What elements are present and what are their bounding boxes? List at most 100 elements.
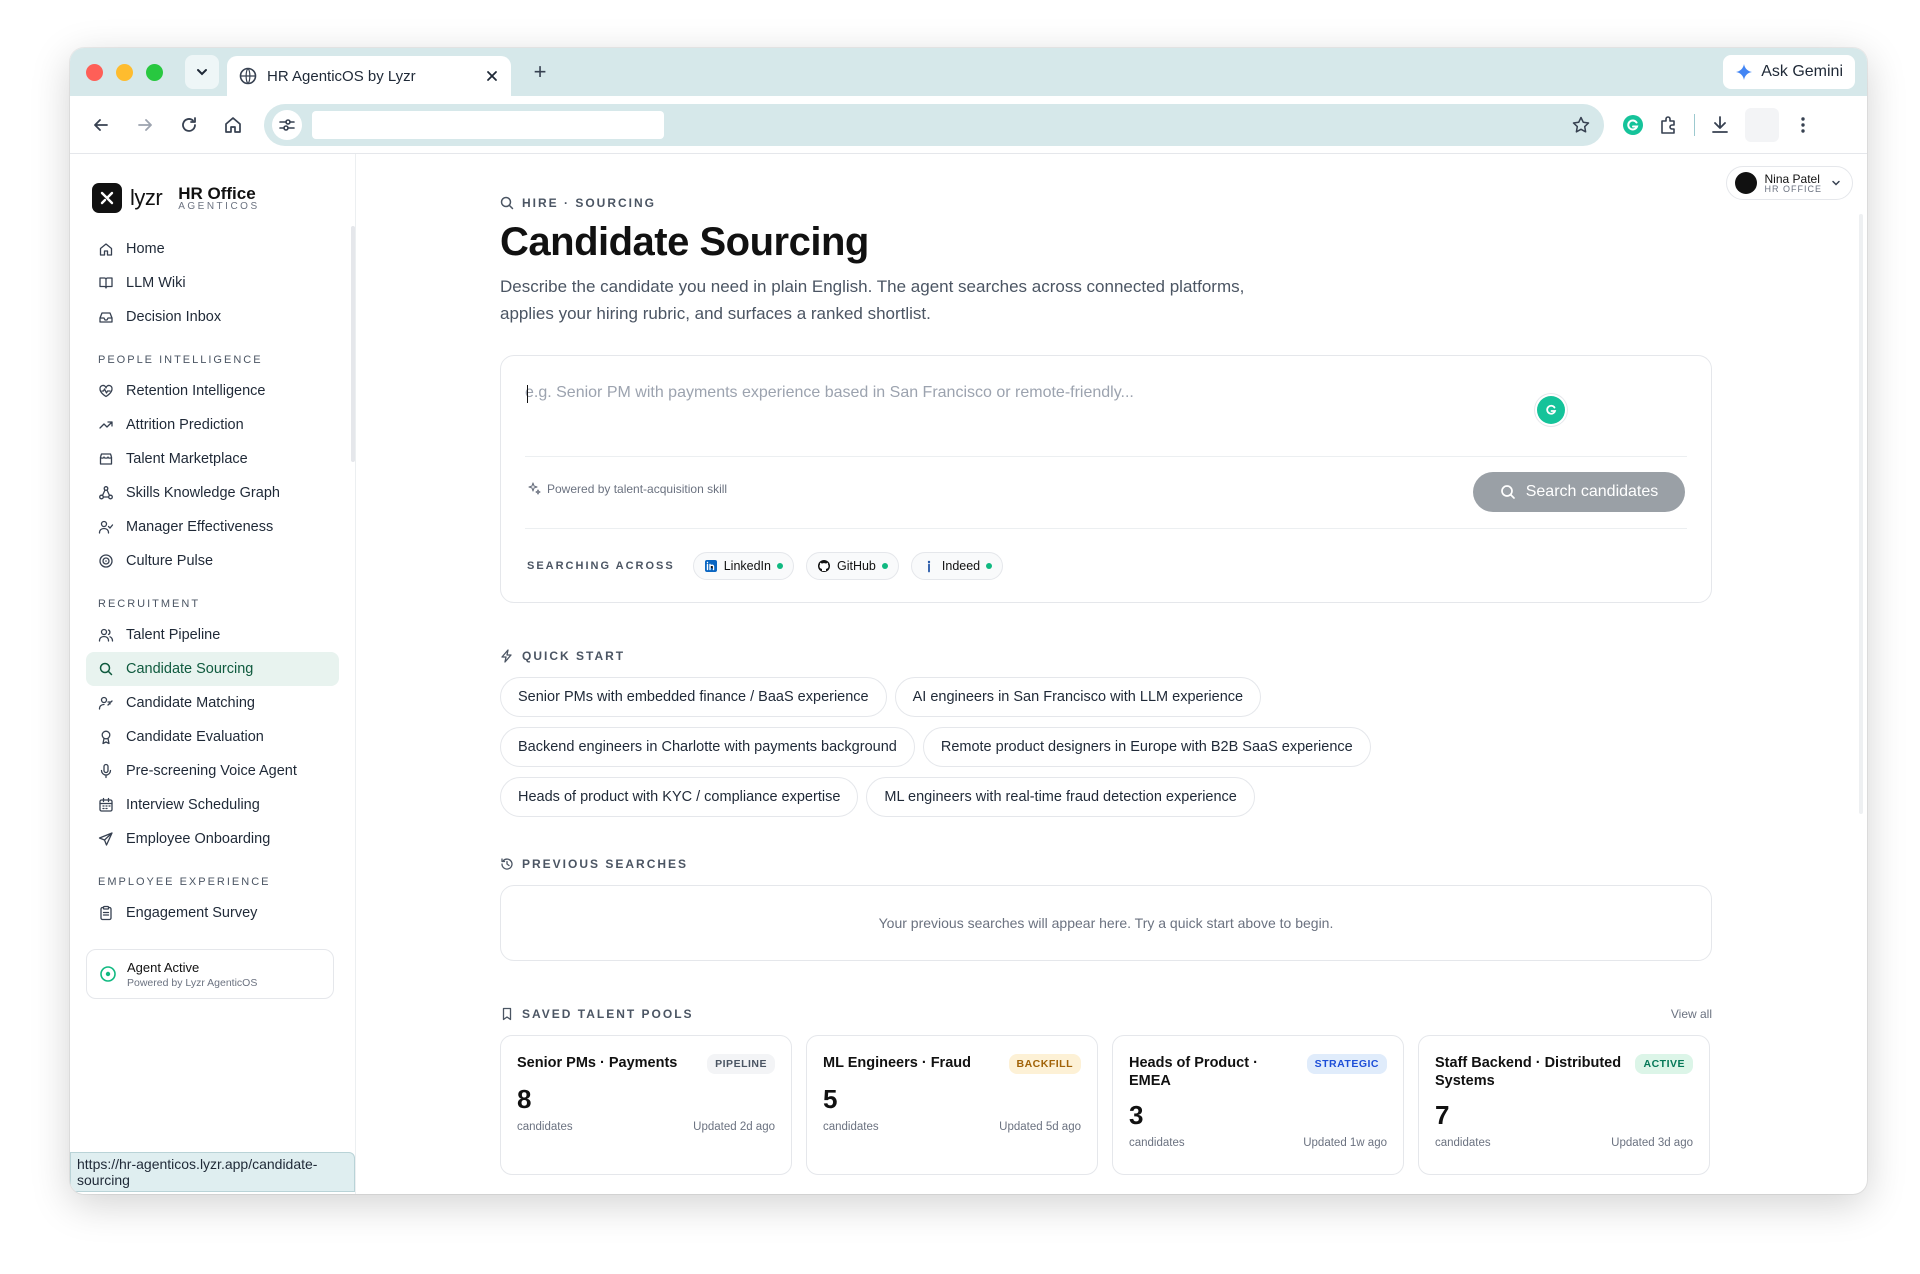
profile-button[interactable] (1745, 107, 1779, 142)
pool-unit: candidates (1435, 1137, 1491, 1149)
back-button[interactable] (82, 106, 120, 144)
globe-icon (239, 67, 257, 85)
chevron-down-icon (197, 69, 207, 76)
pool-footer: candidates Updated 3d ago (1435, 1137, 1693, 1149)
sidebar-item-label: LLM Wiki (126, 275, 186, 291)
pool-badge: BACKFILL (1008, 1054, 1081, 1074)
download-icon[interactable] (1709, 114, 1731, 136)
gemini-sparkle-icon (1736, 64, 1753, 80)
home-icon (225, 116, 241, 133)
sidebar-item-retention-intelligence[interactable]: Retention Intelligence (86, 374, 339, 408)
talent-pool-card[interactable]: Senior PMs · Payments PIPELINE 8 candidates… (500, 1035, 792, 1175)
breadcrumb-text: HIRE · SOURCING (522, 196, 657, 210)
graph-icon (99, 486, 113, 500)
link-status-url: https://hr-agenticos.lyzr.app/candidate-… (70, 1152, 355, 1192)
forward-button[interactable] (126, 106, 164, 144)
lyzr-logo-icon (92, 183, 122, 213)
quick-start-chip[interactable]: AI engineers in San Francisco with LLM e… (894, 677, 1262, 717)
quick-start-chip[interactable]: Heads of product with KYC / compliance e… (500, 777, 859, 817)
toolbar-actions (1622, 107, 1813, 142)
brand[interactable]: lyzr HR Office AGENTICOS (70, 154, 355, 224)
sidebar-item-engagement-survey[interactable]: Engagement Survey (86, 896, 339, 930)
maximize-window-button[interactable] (146, 63, 163, 81)
pool-badge: ACTIVE (1635, 1054, 1693, 1074)
pool-unit: candidates (1129, 1137, 1185, 1149)
quick-start-chip[interactable]: Backend engineers in Charlotte with paym… (500, 727, 915, 767)
sidebar-item-culture-pulse[interactable]: Culture Pulse (86, 544, 339, 578)
sidebar-item-talent-pipeline[interactable]: Talent Pipeline (86, 618, 339, 652)
heart-pulse-icon (99, 384, 113, 398)
sidebar-item-label: Employee Onboarding (126, 831, 271, 847)
sidebar-item-label: Pre-screening Voice Agent (126, 763, 297, 779)
talent-pool-card[interactable]: ML Engineers · Fraud BACKFILL 5 candidates U… (806, 1035, 1098, 1175)
browser-tab-active[interactable]: HR AgenticOS by Lyzr (227, 56, 511, 96)
sidebar-item-candidate-matching[interactable]: Candidate Matching (86, 686, 339, 720)
url-field[interactable] (312, 110, 664, 139)
bookmark-icon (502, 1007, 512, 1021)
platform-chip-indeed[interactable]: Indeed (910, 552, 1004, 580)
new-tab-button[interactable]: + (525, 59, 555, 85)
sidebar-item-manager-effectiveness[interactable]: Manager Effectiveness (86, 510, 339, 544)
pool-header: Staff Backend · Distributed Systems ACTIV… (1435, 1054, 1693, 1090)
sidebar-item-home[interactable]: Home (86, 232, 339, 266)
search-divider (525, 456, 1687, 457)
main-scrollbar[interactable] (1859, 214, 1863, 814)
page-description: Describe the candidate you need in plain… (500, 277, 1245, 323)
sidebar-item-label: Decision Inbox (126, 309, 222, 325)
quick-start-chip[interactable]: Remote product designers in Europe with … (922, 727, 1371, 767)
site-info-button[interactable] (272, 109, 302, 140)
search-icon (1500, 485, 1515, 499)
talent-pool-card[interactable]: Heads of Product · EMEA STRATEGIC 3 candida… (1112, 1035, 1404, 1175)
sidebar-item-talent-marketplace[interactable]: Talent Marketplace (86, 442, 339, 476)
search-candidates-button[interactable]: Search candidates (1473, 472, 1685, 512)
award-icon (101, 730, 111, 745)
minimize-window-button[interactable] (116, 63, 133, 81)
sidebar-item-candidate-sourcing[interactable]: Candidate Sourcing (86, 652, 339, 686)
pool-count: 8 (517, 1084, 532, 1114)
close-window-button[interactable] (86, 63, 103, 81)
sidebar-item-pre-screening-voice-agent[interactable]: Pre-screening Voice Agent (86, 754, 339, 788)
extensions-puzzle-icon[interactable] (1658, 114, 1680, 136)
pool-unit: candidates (823, 1121, 879, 1133)
lightning-icon (501, 649, 512, 663)
platform-name: LinkedIn (723, 559, 771, 573)
store-icon (99, 453, 113, 465)
sidebar-scrollbar[interactable] (351, 226, 355, 462)
sidebar-item-employee-onboarding[interactable]: Employee Onboarding (86, 822, 339, 856)
user-menu-button[interactable]: Nina Patel HR OFFICE (1725, 166, 1853, 200)
sidebar-item-llm-wiki[interactable]: LLM Wiki (86, 266, 339, 300)
sidebar-item-decision-inbox[interactable]: Decision Inbox (86, 300, 339, 334)
sidebar-item-candidate-evaluation[interactable]: Candidate Evaluation (86, 720, 339, 754)
sidebar-item-interview-scheduling[interactable]: Interview Scheduling (86, 788, 339, 822)
tab-bar: HR AgenticOS by Lyzr + Ask Gemini (70, 48, 1867, 96)
agent-status-subtitle: Powered by Lyzr AgenticOS (127, 976, 258, 989)
platform-chip-github[interactable]: GitHub (805, 552, 899, 580)
bookmark-button[interactable] (1566, 110, 1596, 140)
pool-name: Heads of Product · EMEA (1129, 1055, 1258, 1089)
grammarly-icon[interactable] (1537, 396, 1565, 424)
platform-chip-linkedin[interactable]: LinkedIn (692, 552, 794, 580)
quick-start-chip[interactable]: ML engineers with real-time fraud detect… (866, 777, 1255, 817)
close-icon[interactable] (485, 69, 499, 83)
home-button[interactable] (214, 106, 252, 144)
view-all-link[interactable]: View all (1671, 1007, 1712, 1021)
previous-searches-title: PREVIOUS SEARCHES (522, 857, 689, 871)
sidebar-item-attrition-prediction[interactable]: Attrition Prediction (86, 408, 339, 442)
grammarly-extension-icon[interactable] (1622, 114, 1644, 136)
reload-button[interactable] (170, 106, 208, 144)
agent-status-card[interactable]: Agent Active Powered by Lyzr AgenticOS (86, 949, 334, 999)
sidebar-item-label: Home (126, 241, 165, 257)
candidate-search-input[interactable] (525, 384, 1505, 402)
ask-gemini-button[interactable]: Ask Gemini (1723, 55, 1855, 89)
sidebar-item-skills-knowledge-graph[interactable]: Skills Knowledge Graph (86, 476, 339, 510)
home-icon (99, 243, 113, 256)
tab-search-button[interactable] (185, 55, 219, 89)
quick-start-chip[interactable]: Senior PMs with embedded finance / BaaS … (500, 677, 887, 717)
sparkles-icon (528, 482, 541, 495)
brand-subtitle: AGENTICOS (178, 200, 260, 212)
search-icon (99, 662, 113, 676)
saved-pools-title-wrap: SAVED TALENT POOLS (500, 1007, 694, 1021)
address-bar[interactable] (264, 103, 1604, 146)
talent-pool-card[interactable]: Staff Backend · Distributed Systems ACTIV… (1418, 1035, 1710, 1175)
more-vertical-icon[interactable] (1793, 115, 1813, 135)
